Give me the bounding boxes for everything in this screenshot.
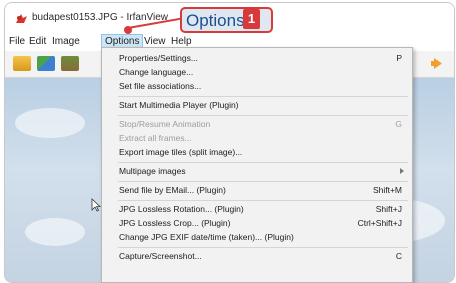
thumbnails-icon[interactable] [37, 56, 55, 71]
menu-item-send-file-by-email[interactable]: Send file by EMail... (Plugin) Shift+M [102, 184, 412, 197]
menu-separator [118, 200, 408, 201]
menu-item-start-multimedia-player[interactable]: Start Multimedia Player (Plugin) [102, 99, 412, 112]
step-number-badge: 1 [243, 9, 260, 29]
menu-item-multipage-images[interactable]: Multipage images [102, 165, 412, 178]
open-folder-icon[interactable] [13, 56, 31, 71]
menu-separator [118, 115, 408, 116]
menu-separator [118, 162, 408, 163]
slideshow-icon[interactable] [61, 56, 79, 71]
menu-separator [118, 181, 408, 182]
cloud-shape [25, 218, 85, 246]
menu-separator [118, 96, 408, 97]
menu-image[interactable]: Image [52, 36, 80, 47]
menu-item-properties-settings[interactable]: Properties/Settings... P [102, 52, 412, 65]
menu-edit[interactable]: Edit [29, 36, 46, 47]
mouse-pointer-icon [91, 198, 101, 212]
menu-item-change-exif-date[interactable]: Change JPG EXIF date/time (taken)... (Pl… [102, 231, 412, 244]
menu-help[interactable]: Help [171, 36, 192, 47]
menu-item-set-file-associations[interactable]: Set file associations... [102, 80, 412, 93]
window-title: budapest0153.JPG - IrfanView [32, 12, 169, 23]
menu-separator [118, 247, 408, 248]
irfanview-app-icon [16, 14, 27, 23]
options-dropdown-menu: Properties/Settings... P Change language.… [101, 47, 413, 283]
menu-item-stop-resume-animation: Stop/Resume Animation G [119, 119, 402, 129]
menu-file[interactable]: File [9, 36, 25, 47]
next-file-icon[interactable] [430, 56, 444, 71]
menu-item-export-image-tiles[interactable]: Export image tiles (split image)... [102, 146, 412, 159]
callout-pointer-dot [124, 26, 132, 34]
menu-item-capture-screenshot[interactable]: Capture/Screenshot... C [102, 250, 412, 263]
menu-item-change-language[interactable]: Change language... [102, 66, 412, 79]
menu-item-extract-all-frames: Extract all frames... [119, 133, 192, 143]
menu-item-jpg-lossless-rotation[interactable]: JPG Lossless Rotation... (Plugin) Shift+J [102, 203, 412, 216]
menu-view[interactable]: View [144, 36, 166, 47]
callout-label: Options [186, 11, 245, 30]
cloud-shape [15, 108, 85, 138]
submenu-arrow-icon [400, 168, 404, 174]
menu-item-jpg-lossless-crop[interactable]: JPG Lossless Crop... (Plugin) Ctrl+Shift+… [102, 217, 412, 230]
